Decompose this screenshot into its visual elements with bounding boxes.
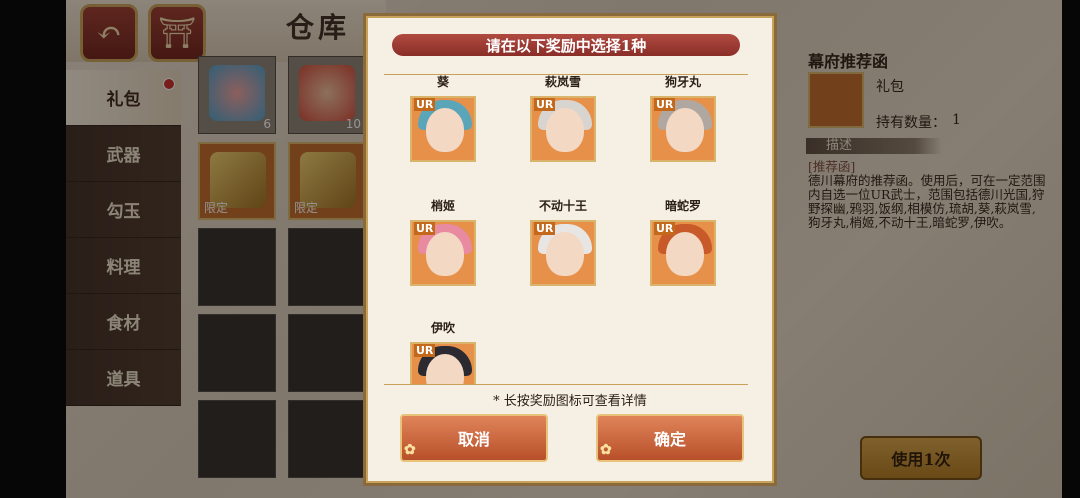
reward-option[interactable]: 狗牙丸 UR	[650, 74, 716, 162]
reward-name: 暗蛇罗	[664, 199, 701, 213]
reward-name: 不动十王	[538, 199, 587, 213]
reward-option[interactable]: 葵 UR	[410, 74, 476, 162]
rarity-badge: UR	[654, 222, 676, 235]
cancel-label: 取消	[457, 430, 490, 449]
reward-name: 狗牙丸	[664, 75, 701, 89]
rarity-badge: UR	[414, 344, 436, 357]
reward-name: 葵	[436, 75, 449, 89]
confirm-button[interactable]: 确定 ✿	[596, 414, 744, 462]
rarity-badge: UR	[654, 98, 676, 111]
reward-name: 萩岚雪	[544, 75, 581, 89]
reward-name: 梢姬	[430, 199, 455, 213]
left-letterbox	[0, 0, 66, 498]
character-portrait: UR	[650, 220, 716, 286]
flower-icon: ✿	[404, 442, 416, 458]
character-portrait: UR	[650, 96, 716, 162]
confirm-label: 确定	[653, 430, 686, 449]
dialog-title: 请在以下奖励中选择1种	[392, 34, 740, 56]
reward-option[interactable]: 梢姬 UR	[410, 198, 476, 286]
divider	[384, 384, 748, 385]
reward-option[interactable]: 萩岚雪 UR	[530, 74, 596, 162]
reward-option[interactable]: 暗蛇罗 UR	[650, 198, 716, 286]
reward-option[interactable]: 伊吹 UR	[410, 320, 476, 384]
rarity-badge: UR	[414, 222, 436, 235]
character-portrait: UR	[410, 220, 476, 286]
rarity-badge: UR	[414, 98, 436, 111]
reward-option[interactable]: 不动十王 UR	[530, 198, 596, 286]
character-portrait: UR	[410, 96, 476, 162]
cancel-button[interactable]: 取消 ✿	[400, 414, 548, 462]
right-letterbox	[1062, 0, 1080, 498]
rarity-badge: UR	[534, 98, 556, 111]
rarity-badge: UR	[534, 222, 556, 235]
flower-icon: ✿	[600, 442, 612, 458]
reward-name: 伊吹	[430, 321, 455, 335]
long-press-hint: * 长按奖励图标可查看详情	[493, 394, 647, 409]
character-portrait: UR	[410, 342, 476, 384]
reward-select-dialog: 请在以下奖励中选择1种 葵 UR 萩岚雪 UR 狗牙丸 UR 梢姬 UR 不动十…	[366, 16, 774, 483]
character-portrait: UR	[530, 96, 596, 162]
game-screen: ↶ ⛩ 仓库 礼包 武器 勾玉 料理 食材 道具 6 10 限定 限定 幕府推荐…	[0, 0, 1080, 498]
character-portrait: UR	[530, 220, 596, 286]
